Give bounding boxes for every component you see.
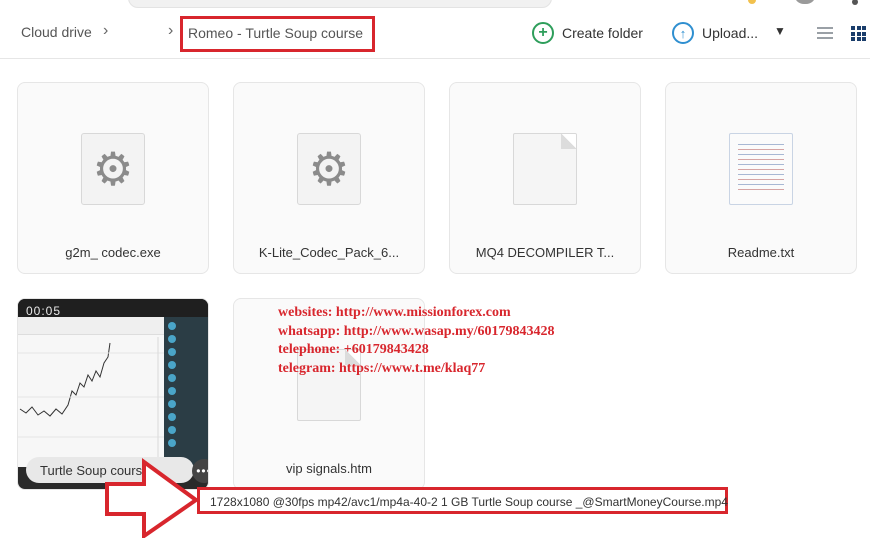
menu-icon[interactable] xyxy=(852,0,858,5)
gear-icon: ⚙ xyxy=(308,143,350,195)
file-card[interactable]: Readme.txt xyxy=(665,82,857,274)
breadcrumb: Cloud drive › › Romeo - Turtle Soup cour… xyxy=(0,14,870,54)
upload-label: Upload... xyxy=(702,25,759,41)
file-details-box: 1728x1080 @30fps mp42/avc1/mp4a-40-2 1 G… xyxy=(197,487,728,514)
create-folder-label: Create folder xyxy=(562,25,643,41)
list-view-icon[interactable] xyxy=(817,27,833,39)
overlay-whatsapp: whatsapp: http://www.wasap.my/6017984342… xyxy=(278,323,555,339)
upload-arrow-icon: ↑ xyxy=(672,22,694,44)
upload-button[interactable]: ↑ Upload... xyxy=(672,20,758,46)
contact-overlay: websites: http://www.missionforex.com wh… xyxy=(278,304,555,378)
text-document-icon xyxy=(729,133,793,205)
file-card[interactable]: ⚙ g2m_ codec.exe xyxy=(17,82,209,274)
plus-circle-icon: + xyxy=(532,22,554,44)
file-thumbnail: ⚙ xyxy=(81,133,145,205)
overlay-telephone: telephone: +60179843428 xyxy=(278,342,429,357)
overlay-website: websites: http://www.missionforex.com xyxy=(278,305,511,320)
breadcrumb-root[interactable]: Cloud drive xyxy=(21,24,92,40)
file-card[interactable]: ⚙ K-Lite_Codec_Pack_6... xyxy=(233,82,425,274)
create-folder-button[interactable]: + Create folder xyxy=(532,20,643,46)
avatar[interactable] xyxy=(794,0,816,4)
divider xyxy=(0,58,870,59)
chart-preview xyxy=(18,337,164,467)
notification-icon[interactable] xyxy=(748,0,756,4)
search-bar[interactable] xyxy=(128,0,552,8)
file-thumbnail: ⚙ xyxy=(297,133,361,205)
file-name: K-Lite_Codec_Pack_6... xyxy=(258,245,400,260)
video-header: 00:05 xyxy=(18,299,208,319)
video-thumbnail xyxy=(18,317,164,467)
blank-document-icon xyxy=(513,133,577,205)
file-name: Readme.txt xyxy=(727,245,795,260)
gear-icon: ⚙ xyxy=(92,143,134,195)
file-name: vip signals.htm xyxy=(286,461,372,476)
chevron-right-icon: › xyxy=(103,22,109,39)
file-name: MQ4 DECOMPILER T... xyxy=(475,245,615,260)
arrow-right-icon xyxy=(105,458,200,538)
breadcrumb-current[interactable]: Romeo - Turtle Soup course xyxy=(180,16,375,52)
file-name: g2m_ codec.exe xyxy=(65,245,161,260)
file-card[interactable]: MQ4 DECOMPILER T... xyxy=(449,82,641,274)
chevron-right-icon: › xyxy=(168,22,174,39)
grid-view-icon[interactable] xyxy=(851,26,866,41)
chevron-down-icon[interactable]: ▼ xyxy=(774,24,786,38)
overlay-telegram: telegram: https://www.t.me/klaq77 xyxy=(278,360,486,376)
chat-sidebar-preview xyxy=(164,317,208,467)
video-duration: 00:05 xyxy=(26,304,62,318)
